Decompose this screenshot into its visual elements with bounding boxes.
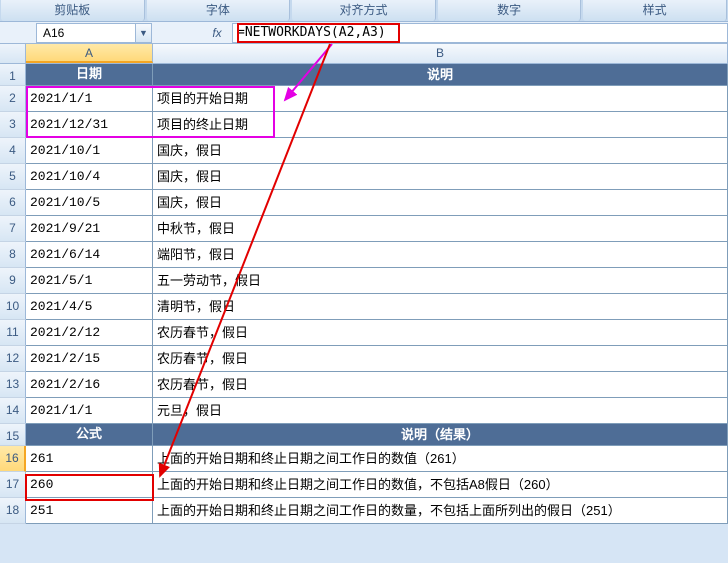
cell-B8[interactable]: 端阳节，假日 [153, 242, 728, 268]
row-header[interactable]: 16 [0, 446, 26, 472]
cell-A6[interactable]: 2021/10/5 [26, 190, 153, 216]
cell-B6[interactable]: 国庆，假日 [153, 190, 728, 216]
cell-B15[interactable]: 说明（结果） [153, 424, 728, 446]
table-row: 82021/6/14端阳节，假日 [0, 242, 728, 268]
column-header-B[interactable]: B [153, 44, 728, 63]
table-row: 132021/2/16农历春节，假日 [0, 372, 728, 398]
cell-A11[interactable]: 2021/2/12 [26, 320, 153, 346]
cell-B14[interactable]: 元旦，假日 [153, 398, 728, 424]
table-row: 92021/5/1五一劳动节，假日 [0, 268, 728, 294]
cell-A17[interactable]: 260 [26, 472, 153, 498]
table-row: 1日期说明 [0, 64, 728, 86]
name-box[interactable]: A16 [36, 23, 136, 43]
cell-A1[interactable]: 日期 [26, 64, 153, 86]
table-row: 42021/10/1国庆，假日 [0, 138, 728, 164]
table-row: 22021/1/1项目的开始日期 [0, 86, 728, 112]
cell-A10[interactable]: 2021/4/5 [26, 294, 153, 320]
table-row: 72021/9/21中秋节，假日 [0, 216, 728, 242]
table-row: 102021/4/5清明节，假日 [0, 294, 728, 320]
cell-B9[interactable]: 五一劳动节，假日 [153, 268, 728, 294]
spreadsheet-grid: 1日期说明22021/1/1项目的开始日期32021/12/31项目的终止日期4… [0, 64, 728, 524]
cell-A12[interactable]: 2021/2/15 [26, 346, 153, 372]
row-header[interactable]: 18 [0, 498, 26, 524]
fx-button[interactable]: fx [202, 26, 232, 40]
ribbon-tab-style[interactable]: 样式 [583, 0, 727, 21]
row-header[interactable]: 10 [0, 294, 26, 320]
formula-input[interactable]: =NETWORKDAYS(A2,A3) [232, 23, 728, 43]
row-header[interactable]: 1 [0, 64, 26, 86]
ribbon-tab-align[interactable]: 对齐方式 [292, 0, 436, 21]
cell-B11[interactable]: 农历春节，假日 [153, 320, 728, 346]
formula-bar: A16 ▼ fx =NETWORKDAYS(A2,A3) [0, 22, 728, 44]
cell-B18[interactable]: 上面的开始日期和终止日期之间工作日的数量，不包括上面所列出的假日（251） [153, 498, 728, 524]
table-row: 122021/2/15农历春节，假日 [0, 346, 728, 372]
table-row: 18251上面的开始日期和终止日期之间工作日的数量，不包括上面所列出的假日（25… [0, 498, 728, 524]
cell-B13[interactable]: 农历春节，假日 [153, 372, 728, 398]
row-header[interactable]: 8 [0, 242, 26, 268]
table-row: 16261上面的开始日期和终止日期之间工作日的数值（261） [0, 446, 728, 472]
cell-A15[interactable]: 公式 [26, 424, 153, 446]
cell-B16[interactable]: 上面的开始日期和终止日期之间工作日的数值（261） [153, 446, 728, 472]
cell-B10[interactable]: 清明节，假日 [153, 294, 728, 320]
cell-B7[interactable]: 中秋节，假日 [153, 216, 728, 242]
cell-A7[interactable]: 2021/9/21 [26, 216, 153, 242]
table-row: 32021/12/31项目的终止日期 [0, 112, 728, 138]
cell-A18[interactable]: 251 [26, 498, 153, 524]
ribbon: 剪贴板 字体 对齐方式 数字 样式 [0, 0, 728, 22]
row-header[interactable]: 6 [0, 190, 26, 216]
cell-B17[interactable]: 上面的开始日期和终止日期之间工作日的数值，不包括A8假日（260） [153, 472, 728, 498]
cell-A9[interactable]: 2021/5/1 [26, 268, 153, 294]
cell-A13[interactable]: 2021/2/16 [26, 372, 153, 398]
cell-A3[interactable]: 2021/12/31 [26, 112, 153, 138]
column-header-A[interactable]: A [26, 44, 153, 63]
table-row: 142021/1/1元旦，假日 [0, 398, 728, 424]
row-header[interactable]: 5 [0, 164, 26, 190]
cell-B1[interactable]: 说明 [153, 64, 728, 86]
ribbon-tab-number[interactable]: 数字 [438, 0, 582, 21]
row-header[interactable]: 17 [0, 472, 26, 498]
table-row: 112021/2/12农历春节，假日 [0, 320, 728, 346]
row-header[interactable]: 7 [0, 216, 26, 242]
row-header[interactable]: 12 [0, 346, 26, 372]
cell-A8[interactable]: 2021/6/14 [26, 242, 153, 268]
table-row: 17260上面的开始日期和终止日期之间工作日的数值，不包括A8假日（260） [0, 472, 728, 498]
cell-B5[interactable]: 国庆，假日 [153, 164, 728, 190]
row-header[interactable]: 2 [0, 86, 26, 112]
cell-B3[interactable]: 项目的终止日期 [153, 112, 728, 138]
row-header[interactable]: 15 [0, 424, 26, 446]
row-header[interactable]: 4 [0, 138, 26, 164]
row-header[interactable]: 11 [0, 320, 26, 346]
cell-B2[interactable]: 项目的开始日期 [153, 86, 728, 112]
cell-B12[interactable]: 农历春节，假日 [153, 346, 728, 372]
ribbon-tab-font[interactable]: 字体 [147, 0, 291, 21]
cell-A5[interactable]: 2021/10/4 [26, 164, 153, 190]
cell-A16[interactable]: 261 [26, 446, 153, 472]
row-header[interactable]: 3 [0, 112, 26, 138]
cell-B4[interactable]: 国庆，假日 [153, 138, 728, 164]
ribbon-tab-clipboard[interactable]: 剪贴板 [1, 0, 145, 21]
row-header[interactable]: 13 [0, 372, 26, 398]
cell-A14[interactable]: 2021/1/1 [26, 398, 153, 424]
row-header[interactable]: 14 [0, 398, 26, 424]
cell-A2[interactable]: 2021/1/1 [26, 86, 153, 112]
table-row: 15公式说明（结果） [0, 424, 728, 446]
table-row: 52021/10/4国庆，假日 [0, 164, 728, 190]
select-all-corner[interactable] [0, 44, 26, 63]
cell-A4[interactable]: 2021/10/1 [26, 138, 153, 164]
column-header-row: A B [0, 44, 728, 64]
row-header[interactable]: 9 [0, 268, 26, 294]
table-row: 62021/10/5国庆，假日 [0, 190, 728, 216]
name-box-dropdown[interactable]: ▼ [136, 23, 152, 43]
